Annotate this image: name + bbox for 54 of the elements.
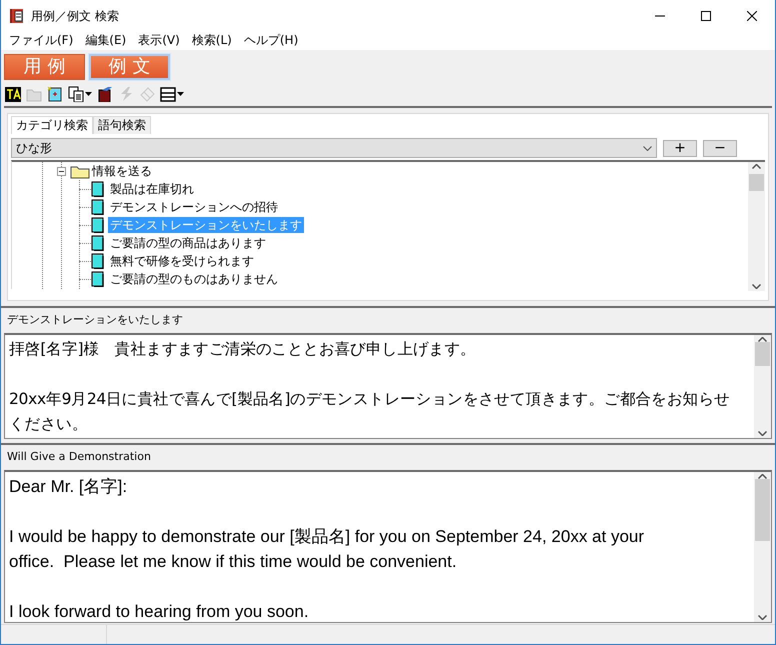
collapse-toggle-icon[interactable] <box>57 166 66 176</box>
tree-button[interactable]: + <box>663 140 697 156</box>
close-icon <box>747 10 757 20</box>
text-tool-button[interactable] <box>5 85 21 103</box>
copy-button[interactable] <box>68 85 92 103</box>
text-line: I look forward to hearing from you soon. <box>9 601 310 622</box>
search-tab[interactable]: 語句検索 <box>93 116 151 134</box>
text-line: I would be happy to demonstrate our [製品名] for you on September 24, 20xx at your <box>9 526 646 548</box>
menu-item[interactable]: ヘルプ(H) <box>238 31 304 50</box>
book-button[interactable] <box>97 85 113 103</box>
chevron-down-icon <box>643 146 652 150</box>
menu-item[interactable]: 検索(L) <box>186 31 238 50</box>
document-icon <box>91 199 105 215</box>
tree-item[interactable]: 情報を送る <box>90 163 154 179</box>
menu-item[interactable]: ファイル(F) <box>3 31 80 50</box>
scrollbar[interactable] <box>754 335 771 438</box>
document-icon <box>91 181 105 197</box>
scroll-thumb[interactable] <box>755 479 770 541</box>
tree-item[interactable]: デモンストレーションへの招待 <box>108 199 280 215</box>
document-icon <box>91 235 105 251</box>
document-button[interactable] <box>47 85 63 103</box>
text-line: ください。 <box>9 414 89 435</box>
scroll-up-icon[interactable] <box>752 164 761 169</box>
text-line: 拝啓[名字]様 貴社ますますご清栄のこととお喜び申し上げます。 <box>9 339 477 360</box>
text-line: office. Please let me know if this time would be convenient. <box>9 551 458 573</box>
category-dropdown[interactable]: ひな形 <box>11 138 657 158</box>
scrollbar[interactable] <box>754 472 771 622</box>
scrollbar[interactable] <box>748 162 765 291</box>
section-title: Will Give a Demonstration <box>6 449 152 465</box>
document-icon <box>91 271 105 287</box>
scroll-thumb[interactable] <box>749 174 764 191</box>
window-title: 用例／例文 検索 <box>31 8 119 24</box>
app-book-icon <box>9 8 25 24</box>
search-tab[interactable]: カテゴリ検索 <box>11 116 93 134</box>
tree-item[interactable]: 無料で研修を受けられます <box>108 253 256 269</box>
layout-button[interactable] <box>160 85 184 103</box>
section-title: デモンストレーションをいたします <box>6 312 184 328</box>
scroll-up-icon[interactable] <box>758 474 767 479</box>
menu-item[interactable]: 表示(V) <box>132 31 186 50</box>
tree-item[interactable]: ご要請の型の商品はあります <box>108 235 268 251</box>
document-icon <box>91 253 105 269</box>
scroll-down-icon[interactable] <box>758 615 767 620</box>
scroll-up-icon[interactable] <box>758 337 767 342</box>
maximize-icon <box>701 10 711 20</box>
document-icon <box>91 217 105 233</box>
text-line: 20xx年9月24日に貴社で喜んで[製品名]のデモンストレーションをさせて頂きます。ご都合をお知らせ <box>9 389 731 410</box>
scroll-down-icon[interactable] <box>752 284 761 289</box>
tree-button[interactable]: − <box>703 140 737 156</box>
menu-item[interactable]: 編集(E) <box>79 31 132 50</box>
scroll-down-icon[interactable] <box>758 431 767 436</box>
tree-item[interactable]: 製品は在庫切れ <box>108 181 196 197</box>
text-line: Dear Mr. [名字]: <box>9 476 128 498</box>
tree-item[interactable]: ご要請の型のものはありません <box>108 271 280 287</box>
scroll-thumb[interactable] <box>755 342 770 366</box>
